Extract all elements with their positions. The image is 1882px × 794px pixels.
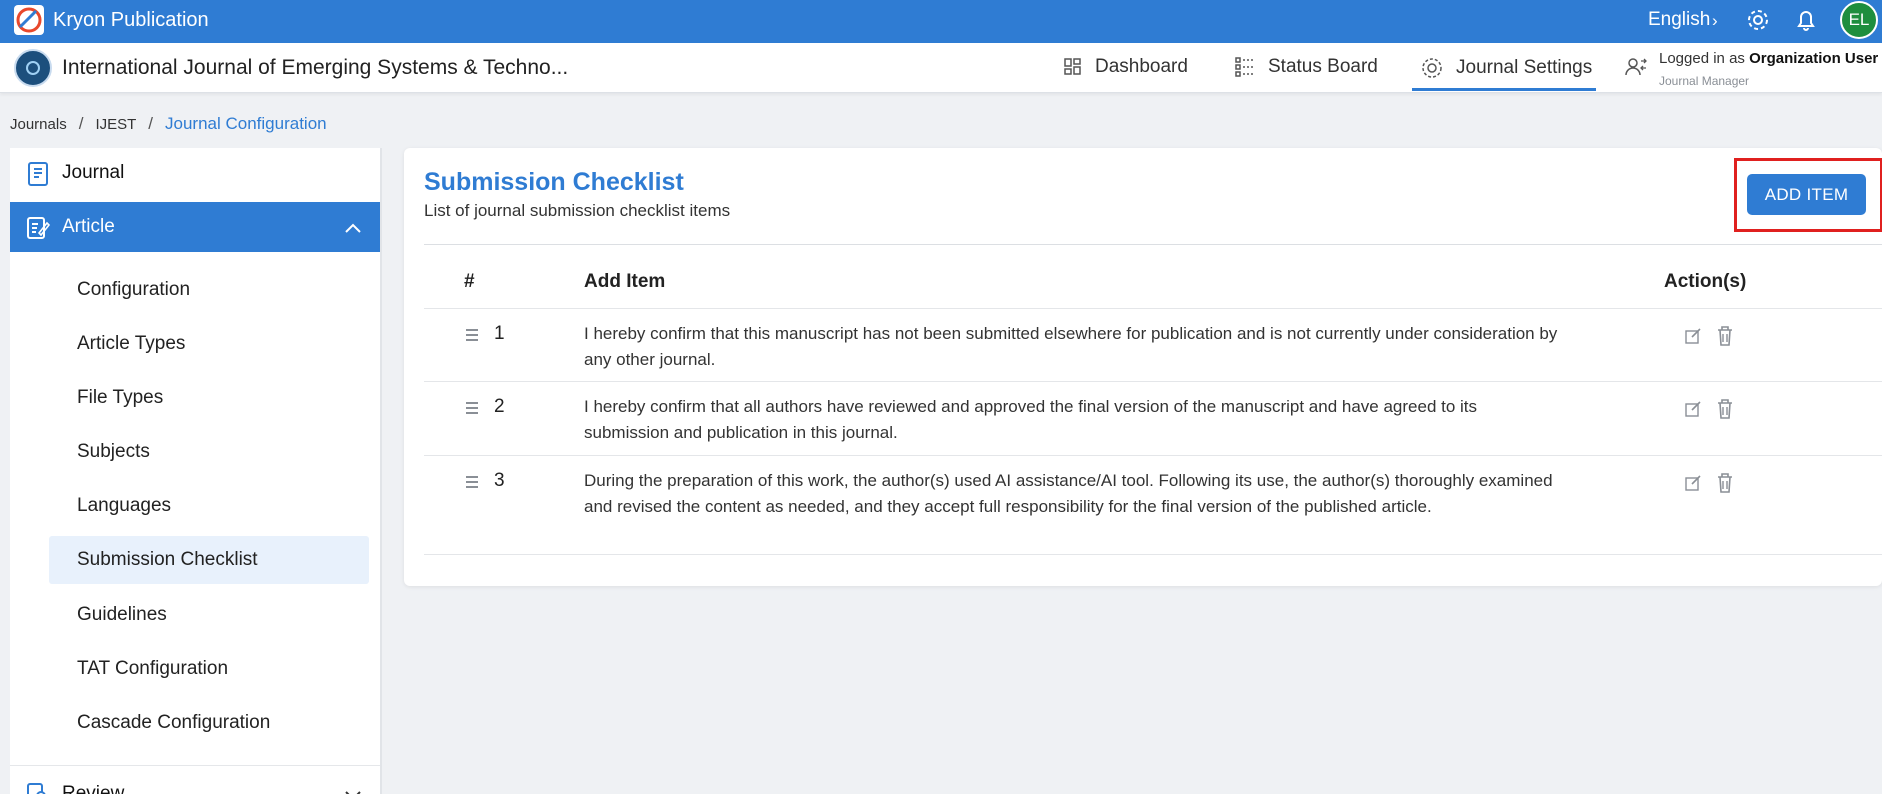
- row-number: 1: [494, 323, 505, 344]
- row-number: 3: [494, 470, 505, 491]
- delete-trash-icon[interactable]: [1716, 472, 1734, 499]
- sidebar-item-configuration[interactable]: Configuration: [49, 266, 369, 314]
- dashboard-grid-icon: [1064, 58, 1081, 75]
- app-bar: Kryon Publication English › EL: [0, 0, 1882, 43]
- app-title: Kryon Publication: [53, 9, 209, 31]
- journal-name: International Journal of Emerging System…: [62, 56, 569, 79]
- sidebar-item-submission-checklist[interactable]: Submission Checklist: [49, 536, 369, 584]
- column-header-actions: Action(s): [1664, 271, 1747, 292]
- journal-logo-icon: [14, 49, 52, 87]
- table-row: 2 I hereby confirm that all authors have…: [424, 381, 1882, 455]
- submission-checklist-card: Submission Checklist List of journal sub…: [404, 148, 1882, 586]
- sidebar-item-guidelines[interactable]: Guidelines: [49, 591, 369, 639]
- checklist-item-text: I hereby confirm that this manuscript ha…: [584, 324, 1558, 369]
- review-search-icon: [26, 782, 50, 794]
- drag-handle-icon[interactable]: [466, 476, 478, 491]
- breadcrumb-current: Journal Configuration: [165, 114, 327, 133]
- nav-status-board[interactable]: Status Board: [1234, 56, 1378, 78]
- journal-header: International Journal of Emerging System…: [0, 43, 1882, 93]
- column-header-item: Add Item: [584, 271, 666, 292]
- header-divider: [424, 244, 1882, 245]
- add-item-button[interactable]: ADD ITEM: [1747, 174, 1866, 215]
- sidebar-item-article[interactable]: Article: [10, 202, 380, 252]
- sidebar-item-review[interactable]: Review: [10, 769, 380, 794]
- column-header-number: #: [464, 271, 475, 292]
- sidebar-divider: [10, 765, 380, 766]
- journal-book-icon: [26, 161, 50, 193]
- page-title: Submission Checklist: [424, 168, 684, 196]
- chevron-right-icon[interactable]: ›: [1712, 11, 1718, 31]
- settings-gear-icon: [1422, 58, 1442, 78]
- sidebar-item-cascade-configuration[interactable]: Cascade Configuration: [49, 699, 369, 747]
- language-selector[interactable]: English: [1648, 9, 1710, 31]
- logged-in-prefix: Logged in as: [1659, 50, 1750, 67]
- checklist-item-text: During the preparation of this work, the…: [584, 471, 1553, 516]
- sidebar-item-review-label: Review: [62, 783, 125, 794]
- chevron-up-icon[interactable]: [344, 219, 362, 241]
- edit-icon[interactable]: [1684, 400, 1702, 423]
- table-row: 1 I hereby confirm that this manuscript …: [424, 308, 1882, 381]
- nav-dashboard-label: Dashboard: [1095, 56, 1188, 77]
- settings-gear-icon[interactable]: [1744, 6, 1772, 39]
- sidebar-item-file-types[interactable]: File Types: [49, 374, 369, 422]
- sidebar-item-journal-label: Journal: [62, 162, 125, 183]
- settings-sidebar: Journal Article Configuration Article Ty…: [10, 148, 382, 794]
- drag-handle-icon[interactable]: [466, 329, 478, 344]
- nav-status-board-label: Status Board: [1268, 56, 1378, 77]
- kryon-logo-icon: [14, 5, 44, 35]
- breadcrumb-ijest[interactable]: IJEST: [95, 116, 136, 133]
- breadcrumb: Journals / IJEST / Journal Configuration: [10, 114, 327, 134]
- edit-icon[interactable]: [1684, 327, 1702, 350]
- user-role: Journal Manager: [1659, 74, 1750, 88]
- checklist-item-text: I hereby confirm that all authors have r…: [584, 397, 1478, 442]
- drag-handle-icon[interactable]: [466, 402, 478, 417]
- notification-bell-icon[interactable]: [1792, 6, 1820, 39]
- active-tab-indicator: [1412, 88, 1596, 91]
- sidebar-item-article-types[interactable]: Article Types: [49, 320, 369, 368]
- sidebar-item-subjects[interactable]: Subjects: [49, 428, 369, 476]
- sidebar-item-article-label: Article: [62, 216, 115, 237]
- article-edit-icon: [26, 215, 51, 247]
- row-number: 2: [494, 396, 505, 417]
- nav-journal-settings-label: Journal Settings: [1456, 57, 1593, 78]
- edit-icon[interactable]: [1684, 474, 1702, 497]
- sidebar-item-journal[interactable]: Journal: [10, 148, 380, 198]
- logged-in-as: Logged in as Organization User: [1659, 50, 1878, 67]
- delete-trash-icon[interactable]: [1716, 325, 1734, 352]
- breadcrumb-separator: /: [78, 114, 84, 133]
- sidebar-item-languages[interactable]: Languages: [49, 482, 369, 530]
- status-board-icon: [1235, 57, 1254, 77]
- breadcrumb-journals[interactable]: Journals: [10, 116, 67, 133]
- logged-in-user-name: Organization User: [1749, 50, 1879, 67]
- user-switch-icon[interactable]: [1624, 55, 1648, 84]
- table-row: 3 During the preparation of this work, t…: [424, 455, 1882, 554]
- page-subtitle: List of journal submission checklist ite…: [424, 201, 731, 220]
- chevron-down-icon[interactable]: [344, 786, 362, 794]
- user-avatar[interactable]: EL: [1840, 1, 1878, 39]
- delete-trash-icon[interactable]: [1716, 398, 1734, 425]
- table-bottom-border: [424, 554, 1882, 555]
- nav-journal-settings[interactable]: Journal Settings: [1420, 56, 1592, 80]
- breadcrumb-separator: /: [148, 114, 154, 133]
- nav-dashboard[interactable]: Dashboard: [1063, 56, 1188, 78]
- sidebar-item-tat-configuration[interactable]: TAT Configuration: [49, 645, 369, 693]
